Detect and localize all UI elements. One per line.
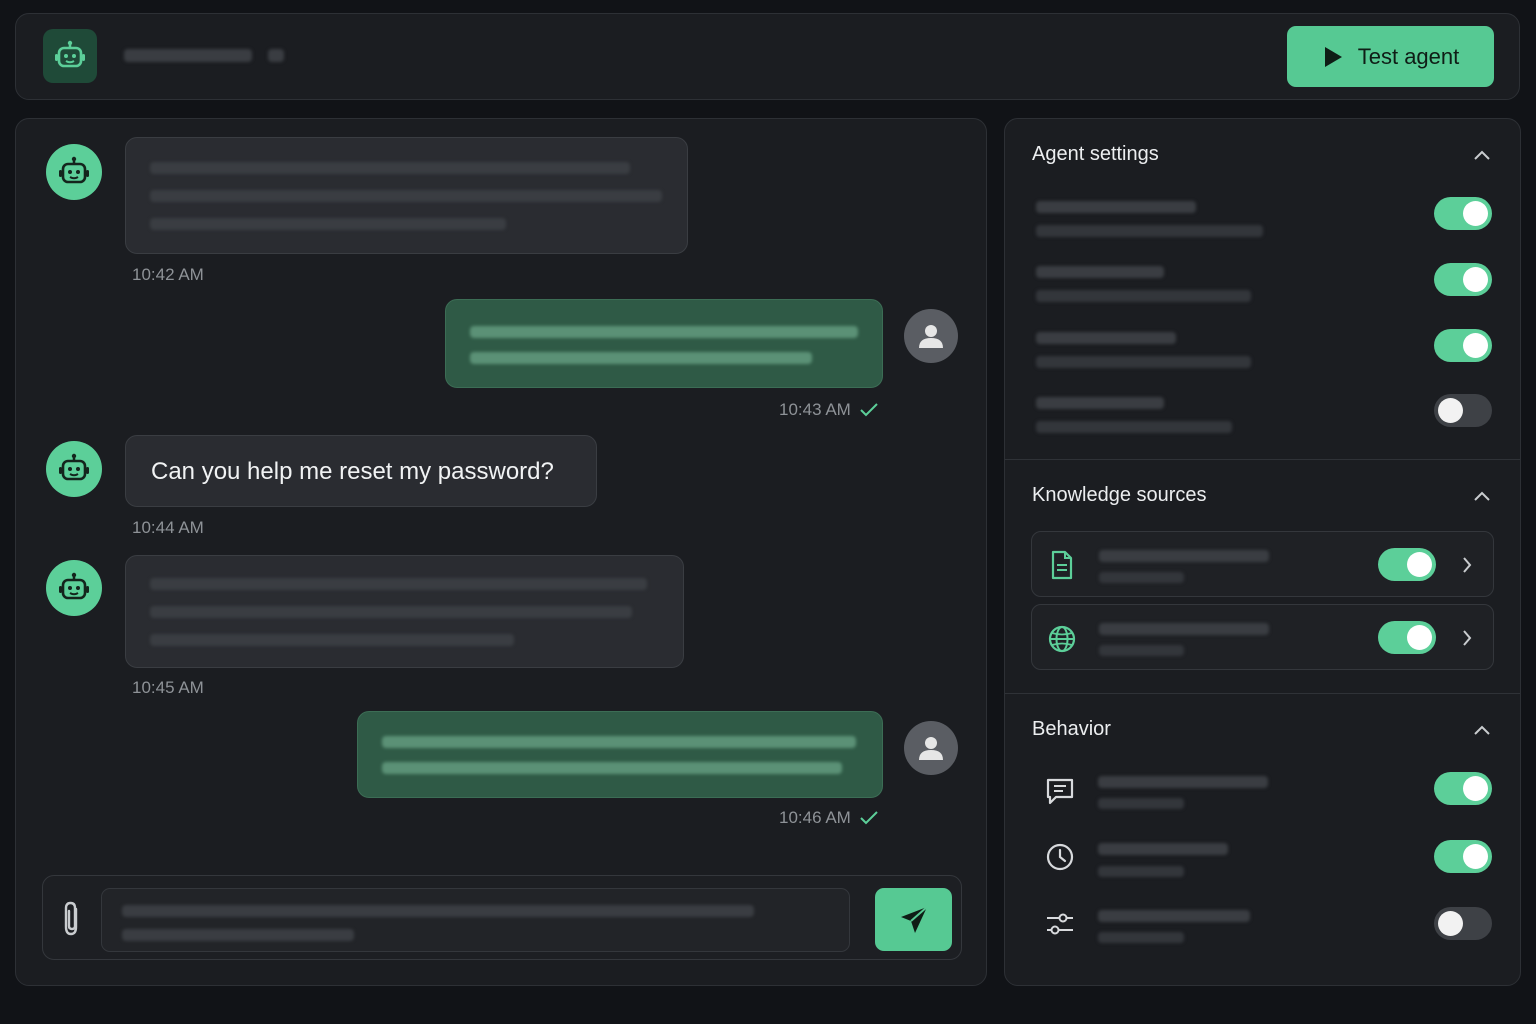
setting-toggle[interactable] [1434, 197, 1492, 230]
message-timestamp: 10:42 AM [132, 265, 204, 284]
setting-toggle[interactable] [1434, 263, 1492, 296]
robot-icon [59, 156, 89, 184]
message-input[interactable] [101, 888, 850, 952]
knowledge-source-document[interactable] [1031, 531, 1494, 597]
message-timestamp: 10:43 AM [779, 400, 851, 419]
bot-message-bubble [125, 137, 688, 254]
sliders-icon [1047, 913, 1073, 935]
send-icon [900, 905, 928, 933]
bot-avatar [46, 144, 102, 200]
chevron-up-icon[interactable] [1472, 149, 1492, 161]
person-icon [919, 325, 943, 348]
read-check-icon [860, 403, 878, 417]
bot-avatar [46, 441, 102, 497]
bot-message-bubble [125, 555, 684, 668]
message-meta: 10:46 AM [779, 808, 879, 828]
message-timestamp: 10:46 AM [779, 808, 851, 827]
robot-icon [59, 453, 89, 481]
user-message-bubble [357, 711, 883, 798]
message-timestamp: 10:45 AM [132, 678, 204, 697]
user-message-bubble [445, 299, 883, 388]
agent-name-redacted [124, 49, 252, 62]
section-title-agent-settings: Agent settings [1032, 143, 1159, 165]
read-check-icon [860, 811, 878, 825]
chevron-up-icon[interactable] [1472, 490, 1492, 502]
behavior-toggle[interactable] [1434, 840, 1492, 873]
chevron-up-icon[interactable] [1472, 724, 1492, 736]
bot-message-bubble: Can you help me reset my password? [125, 435, 597, 507]
section-divider [1005, 459, 1520, 460]
document-icon [1051, 550, 1073, 580]
message-meta: 10:43 AM [779, 400, 879, 420]
clock-icon [1046, 843, 1074, 871]
chat-panel: 10:42 AM 10:43 AM Can you help me reset [15, 118, 987, 986]
bot-avatar [46, 560, 102, 616]
source-toggle[interactable] [1378, 621, 1436, 654]
knowledge-source-website[interactable] [1031, 604, 1494, 670]
chevron-right-icon [1463, 630, 1472, 646]
user-avatar [904, 309, 958, 363]
top-bar: Test agent [15, 13, 1520, 100]
setting-toggle[interactable] [1434, 394, 1492, 427]
agent-status-redacted [268, 49, 284, 62]
globe-icon [1048, 625, 1076, 653]
behavior-toggle[interactable] [1434, 772, 1492, 805]
chevron-right-icon [1463, 557, 1472, 573]
section-divider [1005, 693, 1520, 694]
behavior-toggle[interactable] [1434, 907, 1492, 940]
agent-logo [43, 29, 97, 83]
send-button[interactable] [875, 888, 952, 951]
test-agent-button[interactable]: Test agent [1287, 26, 1494, 87]
paperclip-icon[interactable] [57, 900, 87, 938]
section-title-behavior: Behavior [1032, 718, 1111, 740]
robot-icon [59, 572, 89, 600]
source-toggle[interactable] [1378, 548, 1436, 581]
section-title-knowledge-sources: Knowledge sources [1032, 484, 1207, 506]
robot-icon [55, 40, 85, 68]
test-agent-label: Test agent [1357, 43, 1460, 69]
user-avatar [904, 721, 958, 775]
message-composer [42, 875, 962, 960]
setting-toggle[interactable] [1434, 329, 1492, 362]
message-icon [1046, 778, 1074, 805]
message-timestamp: 10:44 AM [132, 518, 204, 537]
settings-panel: Agent settings Knowledge sources Behavio… [1004, 118, 1521, 986]
person-icon [919, 737, 943, 760]
message-text: Can you help me reset my password? [151, 458, 554, 485]
play-icon [1324, 46, 1342, 67]
